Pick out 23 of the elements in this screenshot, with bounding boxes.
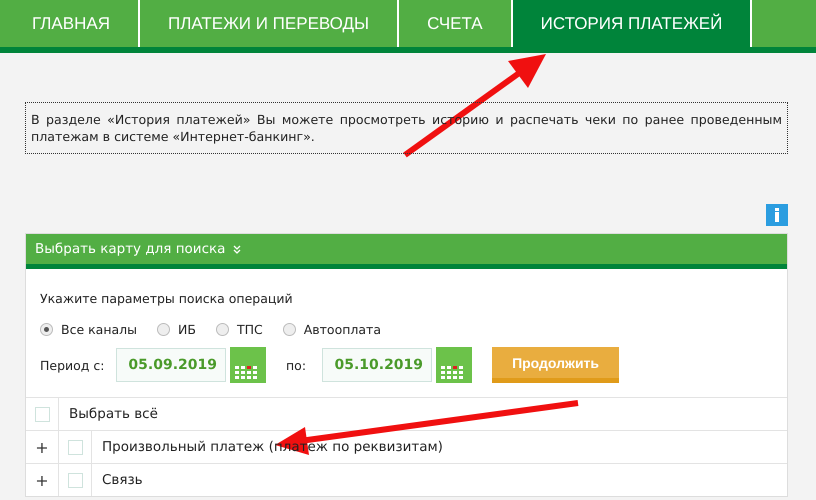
checkbox[interactable] xyxy=(34,406,50,422)
info-icon[interactable] xyxy=(766,204,788,226)
radio-option[interactable]: ИБ xyxy=(157,322,196,337)
table-cell-text: Выбрать всё xyxy=(68,406,158,422)
calendar-icon[interactable] xyxy=(436,347,472,383)
radio-option[interactable]: Автооплата xyxy=(282,322,381,337)
nav-tab[interactable]: ИСТОРИЯ ПЛАТЕЖЕЙ xyxy=(512,0,752,47)
expand-toggle[interactable]: + xyxy=(35,470,49,490)
hint-text: Укажите параметры поиска операций xyxy=(40,291,294,306)
period-label: по: xyxy=(286,358,306,372)
double-chevron-icon xyxy=(233,244,242,254)
radio-option[interactable]: ТПС xyxy=(216,322,263,337)
date-field[interactable]: 05.10.2019 xyxy=(322,348,432,382)
date-field[interactable]: 05.09.2019 xyxy=(116,348,226,382)
expand-toggle[interactable]: + xyxy=(35,438,49,456)
checkbox[interactable] xyxy=(68,440,82,454)
checkbox[interactable] xyxy=(68,472,82,488)
panel-title: Выбрать карту для поиска xyxy=(35,241,226,257)
radio-option[interactable]: Все каналы xyxy=(40,322,138,337)
table-cell-text: Связь xyxy=(101,472,143,488)
panel-header[interactable]: Выбрать карту для поиска xyxy=(26,234,787,269)
calendar-icon[interactable] xyxy=(230,347,266,383)
period-label: Период с: xyxy=(40,358,106,372)
